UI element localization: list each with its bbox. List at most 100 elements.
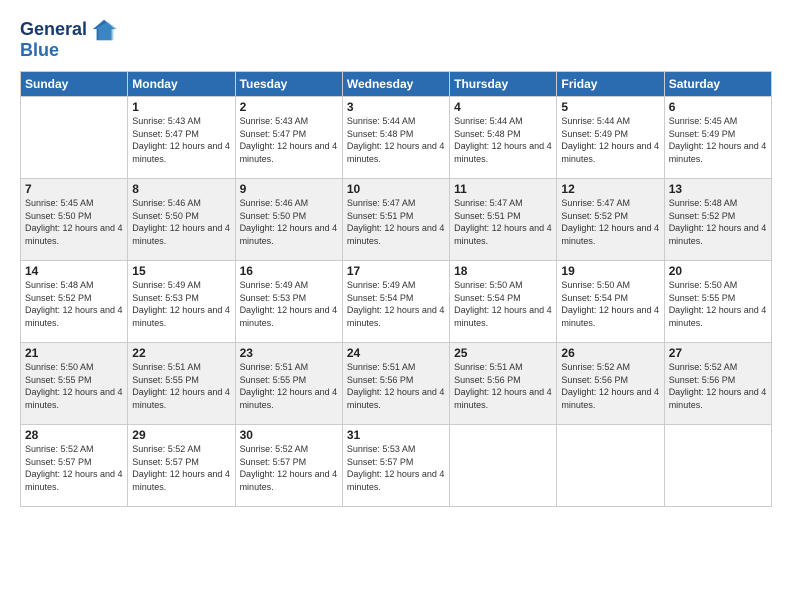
day-number: 28: [25, 428, 123, 442]
info-line: Sunset: 5:57 PM: [240, 456, 338, 469]
day-info: Sunrise: 5:52 AMSunset: 5:57 PMDaylight:…: [132, 443, 230, 493]
info-line: Sunrise: 5:51 AM: [132, 361, 230, 374]
day-info: Sunrise: 5:52 AMSunset: 5:57 PMDaylight:…: [240, 443, 338, 493]
day-number: 5: [561, 100, 659, 114]
info-line: Sunset: 5:57 PM: [347, 456, 445, 469]
info-line: Daylight: 12 hours and 4 minutes.: [454, 304, 552, 329]
info-line: Sunrise: 5:50 AM: [561, 279, 659, 292]
info-line: Sunrise: 5:43 AM: [240, 115, 338, 128]
info-line: Sunrise: 5:49 AM: [347, 279, 445, 292]
day-number: 14: [25, 264, 123, 278]
info-line: Sunset: 5:57 PM: [132, 456, 230, 469]
day-info: Sunrise: 5:43 AMSunset: 5:47 PMDaylight:…: [240, 115, 338, 165]
calendar-cell: 2Sunrise: 5:43 AMSunset: 5:47 PMDaylight…: [235, 97, 342, 179]
info-line: Daylight: 12 hours and 4 minutes.: [25, 304, 123, 329]
info-line: Sunrise: 5:45 AM: [669, 115, 767, 128]
info-line: Sunset: 5:51 PM: [347, 210, 445, 223]
info-line: Sunset: 5:47 PM: [240, 128, 338, 141]
info-line: Sunset: 5:57 PM: [25, 456, 123, 469]
calendar-cell: 13Sunrise: 5:48 AMSunset: 5:52 PMDayligh…: [664, 179, 771, 261]
info-line: Sunrise: 5:50 AM: [25, 361, 123, 374]
day-info: Sunrise: 5:45 AMSunset: 5:50 PMDaylight:…: [25, 197, 123, 247]
info-line: Daylight: 12 hours and 4 minutes.: [454, 222, 552, 247]
calendar-cell: 20Sunrise: 5:50 AMSunset: 5:55 PMDayligh…: [664, 261, 771, 343]
day-info: Sunrise: 5:51 AMSunset: 5:56 PMDaylight:…: [347, 361, 445, 411]
day-number: 1: [132, 100, 230, 114]
header-day-friday: Friday: [557, 72, 664, 97]
info-line: Sunrise: 5:45 AM: [25, 197, 123, 210]
calendar-cell: 23Sunrise: 5:51 AMSunset: 5:55 PMDayligh…: [235, 343, 342, 425]
day-number: 8: [132, 182, 230, 196]
day-number: 3: [347, 100, 445, 114]
calendar-cell: 11Sunrise: 5:47 AMSunset: 5:51 PMDayligh…: [450, 179, 557, 261]
logo-text: General: [20, 20, 87, 40]
info-line: Sunrise: 5:52 AM: [561, 361, 659, 374]
day-number: 6: [669, 100, 767, 114]
logo-icon: [91, 16, 119, 44]
calendar-cell: 24Sunrise: 5:51 AMSunset: 5:56 PMDayligh…: [342, 343, 449, 425]
day-info: Sunrise: 5:49 AMSunset: 5:53 PMDaylight:…: [132, 279, 230, 329]
info-line: Daylight: 12 hours and 4 minutes.: [132, 468, 230, 493]
info-line: Daylight: 12 hours and 4 minutes.: [347, 386, 445, 411]
info-line: Daylight: 12 hours and 4 minutes.: [25, 222, 123, 247]
info-line: Sunset: 5:50 PM: [240, 210, 338, 223]
info-line: Daylight: 12 hours and 4 minutes.: [132, 304, 230, 329]
day-number: 2: [240, 100, 338, 114]
calendar-cell: 6Sunrise: 5:45 AMSunset: 5:49 PMDaylight…: [664, 97, 771, 179]
info-line: Daylight: 12 hours and 4 minutes.: [25, 468, 123, 493]
info-line: Daylight: 12 hours and 4 minutes.: [454, 386, 552, 411]
day-number: 25: [454, 346, 552, 360]
info-line: Sunrise: 5:52 AM: [132, 443, 230, 456]
calendar-cell: 31Sunrise: 5:53 AMSunset: 5:57 PMDayligh…: [342, 425, 449, 507]
header-row: SundayMondayTuesdayWednesdayThursdayFrid…: [21, 72, 772, 97]
day-info: Sunrise: 5:46 AMSunset: 5:50 PMDaylight:…: [132, 197, 230, 247]
info-line: Daylight: 12 hours and 4 minutes.: [132, 386, 230, 411]
info-line: Daylight: 12 hours and 4 minutes.: [132, 140, 230, 165]
info-line: Daylight: 12 hours and 4 minutes.: [347, 468, 445, 493]
day-number: 13: [669, 182, 767, 196]
day-info: Sunrise: 5:50 AMSunset: 5:54 PMDaylight:…: [454, 279, 552, 329]
info-line: Sunset: 5:50 PM: [25, 210, 123, 223]
info-line: Sunrise: 5:48 AM: [669, 197, 767, 210]
week-row-2: 7Sunrise: 5:45 AMSunset: 5:50 PMDaylight…: [21, 179, 772, 261]
info-line: Sunrise: 5:47 AM: [454, 197, 552, 210]
day-info: Sunrise: 5:50 AMSunset: 5:55 PMDaylight:…: [25, 361, 123, 411]
info-line: Sunrise: 5:44 AM: [454, 115, 552, 128]
info-line: Sunset: 5:53 PM: [132, 292, 230, 305]
info-line: Daylight: 12 hours and 4 minutes.: [240, 468, 338, 493]
info-line: Sunset: 5:47 PM: [132, 128, 230, 141]
calendar-cell: [450, 425, 557, 507]
logo: General Blue: [20, 16, 119, 61]
info-line: Sunset: 5:52 PM: [669, 210, 767, 223]
calendar-cell: 3Sunrise: 5:44 AMSunset: 5:48 PMDaylight…: [342, 97, 449, 179]
day-info: Sunrise: 5:48 AMSunset: 5:52 PMDaylight:…: [25, 279, 123, 329]
info-line: Sunset: 5:52 PM: [561, 210, 659, 223]
calendar-cell: 29Sunrise: 5:52 AMSunset: 5:57 PMDayligh…: [128, 425, 235, 507]
info-line: Daylight: 12 hours and 4 minutes.: [669, 304, 767, 329]
calendar-cell: 9Sunrise: 5:46 AMSunset: 5:50 PMDaylight…: [235, 179, 342, 261]
calendar-cell: 17Sunrise: 5:49 AMSunset: 5:54 PMDayligh…: [342, 261, 449, 343]
calendar-cell: [557, 425, 664, 507]
day-number: 10: [347, 182, 445, 196]
day-number: 29: [132, 428, 230, 442]
day-info: Sunrise: 5:47 AMSunset: 5:51 PMDaylight:…: [347, 197, 445, 247]
calendar-cell: 26Sunrise: 5:52 AMSunset: 5:56 PMDayligh…: [557, 343, 664, 425]
calendar-cell: [21, 97, 128, 179]
info-line: Sunrise: 5:51 AM: [454, 361, 552, 374]
day-info: Sunrise: 5:49 AMSunset: 5:53 PMDaylight:…: [240, 279, 338, 329]
info-line: Sunset: 5:52 PM: [25, 292, 123, 305]
info-line: Sunrise: 5:43 AM: [132, 115, 230, 128]
info-line: Daylight: 12 hours and 4 minutes.: [561, 386, 659, 411]
info-line: Daylight: 12 hours and 4 minutes.: [347, 140, 445, 165]
day-number: 27: [669, 346, 767, 360]
calendar-cell: 15Sunrise: 5:49 AMSunset: 5:53 PMDayligh…: [128, 261, 235, 343]
calendar-table: SundayMondayTuesdayWednesdayThursdayFrid…: [20, 71, 772, 507]
info-line: Sunset: 5:56 PM: [454, 374, 552, 387]
info-line: Sunrise: 5:47 AM: [347, 197, 445, 210]
day-info: Sunrise: 5:53 AMSunset: 5:57 PMDaylight:…: [347, 443, 445, 493]
info-line: Daylight: 12 hours and 4 minutes.: [561, 222, 659, 247]
info-line: Daylight: 12 hours and 4 minutes.: [132, 222, 230, 247]
day-info: Sunrise: 5:47 AMSunset: 5:52 PMDaylight:…: [561, 197, 659, 247]
info-line: Sunset: 5:48 PM: [454, 128, 552, 141]
day-number: 19: [561, 264, 659, 278]
